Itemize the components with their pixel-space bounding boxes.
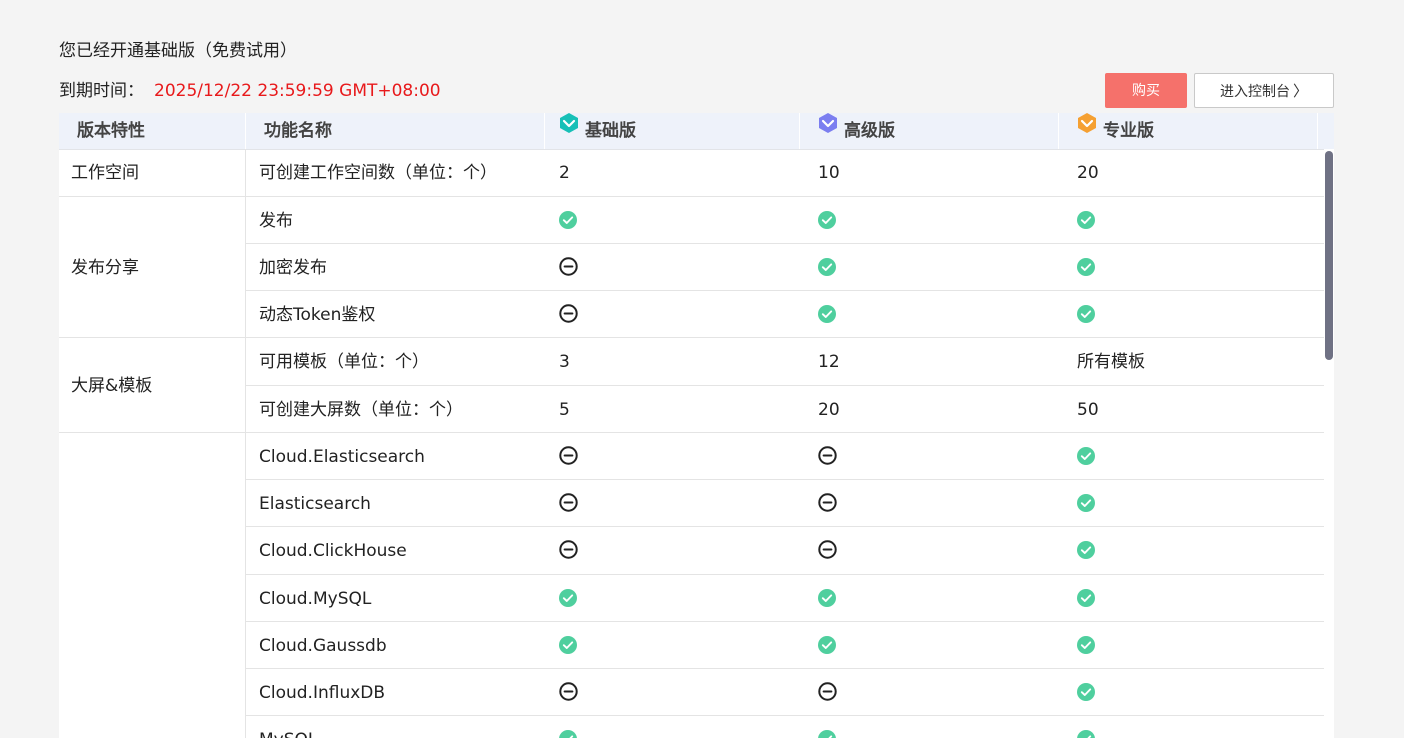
feature-name-cell: 可创建大屏数（单位：个） xyxy=(259,399,463,420)
check-circle-icon xyxy=(559,210,577,229)
category-cell: 工作空间 xyxy=(71,163,139,183)
row-divider xyxy=(246,385,1324,386)
row-divider xyxy=(246,290,1324,291)
feature-name-cell: 加密发布 xyxy=(259,257,327,278)
expiry-label: 到期时间： xyxy=(59,81,144,101)
check-circle-icon xyxy=(559,635,577,654)
teal-diamond-icon xyxy=(559,113,579,147)
minus-circle-icon xyxy=(559,682,578,701)
expiry-row: 到期时间： 2025/12/22 23:59:59 GMT+08:00 xyxy=(59,79,441,103)
feature-name-cell: Cloud.MySQL xyxy=(259,588,372,609)
basic-plan-label: 基础版 xyxy=(585,121,636,141)
check-circle-icon xyxy=(1077,588,1095,607)
check-circle-icon xyxy=(818,210,836,229)
col-header-feature: 功能名称 xyxy=(264,113,545,149)
category-divider xyxy=(245,149,246,738)
pro-plan-cell: 20 xyxy=(1077,162,1099,183)
group-divider xyxy=(59,196,1324,197)
row-divider xyxy=(246,715,1324,716)
feature-name-cell: Cloud.Gaussdb xyxy=(259,635,387,656)
minus-circle-icon xyxy=(818,493,837,512)
row-divider xyxy=(246,574,1324,575)
check-circle-icon xyxy=(818,588,836,607)
check-circle-icon xyxy=(1077,682,1095,701)
minus-circle-icon xyxy=(559,540,578,559)
feature-name-cell: Cloud.Elasticsearch xyxy=(259,446,425,467)
advanced-plan-cell: 10 xyxy=(818,162,840,183)
col-header-advanced: 高级版 xyxy=(818,113,1059,149)
row-divider xyxy=(246,526,1324,527)
buy-button[interactable]: 购买 xyxy=(1105,73,1187,108)
enter-console-button[interactable]: 进入控制台〉 xyxy=(1194,73,1334,108)
check-circle-icon xyxy=(818,304,836,323)
check-circle-icon xyxy=(1077,257,1095,276)
check-circle-icon xyxy=(818,729,836,738)
advanced-plan-cell: 12 xyxy=(818,351,840,372)
advanced-plan-cell: 20 xyxy=(818,399,840,420)
col-header-pro: 专业版 xyxy=(1077,113,1318,149)
orange-diamond-icon xyxy=(1077,113,1097,147)
check-circle-icon xyxy=(1077,304,1095,323)
chevron-right-icon: 〉 xyxy=(1292,82,1308,100)
pro-plan-label: 专业版 xyxy=(1103,121,1154,141)
minus-circle-icon xyxy=(559,493,578,512)
row-divider xyxy=(246,479,1324,480)
expiry-value: 2025/12/22 23:59:59 GMT+08:00 xyxy=(154,81,441,101)
category-cell: 发布分享 xyxy=(71,257,139,278)
category-cell: 大屏&模板 xyxy=(71,375,153,396)
group-divider xyxy=(59,432,1324,433)
feature-name-cell: Cloud.InfluxDB xyxy=(259,682,386,703)
feature-name-cell: Elasticsearch xyxy=(259,493,371,514)
row-divider xyxy=(246,243,1324,244)
minus-circle-icon xyxy=(818,682,837,701)
table-scrollbar[interactable] xyxy=(1324,149,1334,738)
scrollbar-thumb[interactable] xyxy=(1325,151,1333,360)
advanced-plan-label: 高级版 xyxy=(844,121,895,141)
feature-name-cell: 发布 xyxy=(259,210,293,231)
purple-diamond-icon xyxy=(818,113,838,147)
check-circle-icon xyxy=(1077,729,1095,738)
pro-plan-cell: 所有模板 xyxy=(1077,351,1145,372)
minus-circle-icon xyxy=(818,540,837,559)
check-circle-icon xyxy=(1077,210,1095,229)
basic-plan-cell: 5 xyxy=(559,399,570,420)
feature-name-cell: 可创建工作空间数（单位：个） xyxy=(259,162,497,183)
feature-name-cell: 动态Token鉴权 xyxy=(259,304,376,325)
check-circle-icon xyxy=(559,588,577,607)
check-circle-icon xyxy=(1077,446,1095,465)
basic-plan-cell: 3 xyxy=(559,351,570,372)
feature-name-cell: MySQL xyxy=(259,728,317,738)
pro-plan-cell: 50 xyxy=(1077,399,1099,420)
check-circle-icon xyxy=(1077,635,1095,654)
check-circle-icon xyxy=(818,635,836,654)
check-circle-icon xyxy=(559,729,577,738)
feature-name-cell: Cloud.ClickHouse xyxy=(259,540,407,561)
row-divider xyxy=(246,668,1324,669)
basic-plan-cell: 2 xyxy=(559,162,570,183)
col-header-category: 版本特性 xyxy=(77,113,246,149)
feature-name-cell: 可用模板（单位：个） xyxy=(259,351,429,372)
row-divider xyxy=(246,621,1324,622)
col-header-basic: 基础版 xyxy=(559,113,800,149)
minus-circle-icon xyxy=(559,304,578,323)
table-header: 版本特性 功能名称 基础版 高级版 专业版 xyxy=(59,113,1334,150)
plan-comparison-table: 版本特性 功能名称 基础版 高级版 专业版 工作空间发布分享大屏&模板 可创建工作… xyxy=(59,113,1334,738)
check-circle-icon xyxy=(1077,540,1095,559)
check-circle-icon xyxy=(1077,493,1095,512)
group-divider xyxy=(59,337,1324,338)
minus-circle-icon xyxy=(818,446,837,465)
check-circle-icon xyxy=(818,257,836,276)
minus-circle-icon xyxy=(559,257,578,276)
plan-title: 您已经开通基础版（免费试用） xyxy=(59,41,297,61)
minus-circle-icon xyxy=(559,446,578,465)
enter-console-label: 进入控制台 xyxy=(1219,84,1290,100)
